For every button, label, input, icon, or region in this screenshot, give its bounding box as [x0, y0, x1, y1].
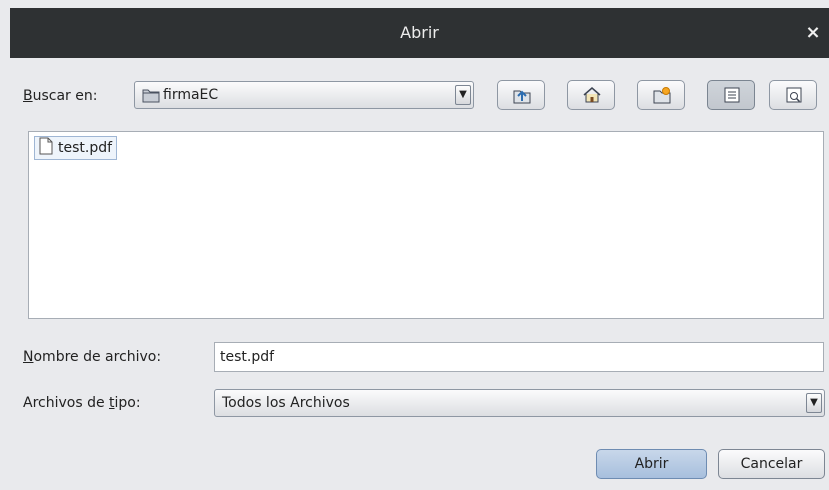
filetype-label: Archivos de tipo:: [23, 395, 141, 411]
filetype-value: Todos los Archivos: [222, 395, 350, 411]
look-in-combo[interactable]: firmaEC ▼: [134, 81, 474, 109]
look-in-label-mnemonic: B: [23, 88, 33, 104]
file-name: test.pdf: [58, 140, 113, 156]
filename-label-mnemonic: N: [23, 349, 34, 365]
chevron-down-icon[interactable]: ▼: [455, 85, 471, 105]
open-button[interactable]: Abrir: [596, 449, 707, 479]
new-folder-button[interactable]: [637, 80, 685, 110]
filename-input[interactable]: test.pdf: [214, 342, 824, 372]
look-in-label-rest: uscar en:: [32, 88, 98, 104]
folder-icon: [142, 87, 160, 107]
look-in-folder-name: firmaEC: [163, 87, 219, 103]
new-folder-icon: [653, 87, 671, 104]
list-icon: [724, 87, 740, 103]
folder-up-icon: [513, 90, 531, 104]
filetype-label-pre: Archivos de: [23, 395, 110, 411]
filetype-combo[interactable]: Todos los Archivos ▼: [214, 389, 825, 417]
details-view-button[interactable]: [769, 80, 817, 110]
window-title: Abrir: [400, 23, 439, 42]
chevron-down-icon[interactable]: ▼: [806, 393, 822, 413]
filetype-label-post: ipo:: [114, 395, 141, 411]
file-icon: [39, 137, 53, 159]
file-list-item[interactable]: test.pdf: [34, 136, 118, 160]
filename-label-rest: ombre de archivo:: [33, 349, 162, 365]
close-icon[interactable]: ×: [801, 8, 825, 58]
list-view-button[interactable]: [707, 80, 755, 110]
file-list[interactable]: test.pdf: [28, 131, 824, 319]
home-button[interactable]: [567, 80, 615, 110]
title-bar: Abrir ×: [10, 8, 829, 58]
up-one-level-button[interactable]: [497, 80, 545, 110]
filename-value: test.pdf: [220, 349, 275, 365]
cancel-button[interactable]: Cancelar: [718, 449, 825, 479]
details-icon: [786, 87, 802, 103]
look-in-label: Buscar en:: [23, 88, 97, 104]
home-icon: [583, 87, 601, 103]
filename-label: Nombre de archivo:: [23, 349, 161, 365]
